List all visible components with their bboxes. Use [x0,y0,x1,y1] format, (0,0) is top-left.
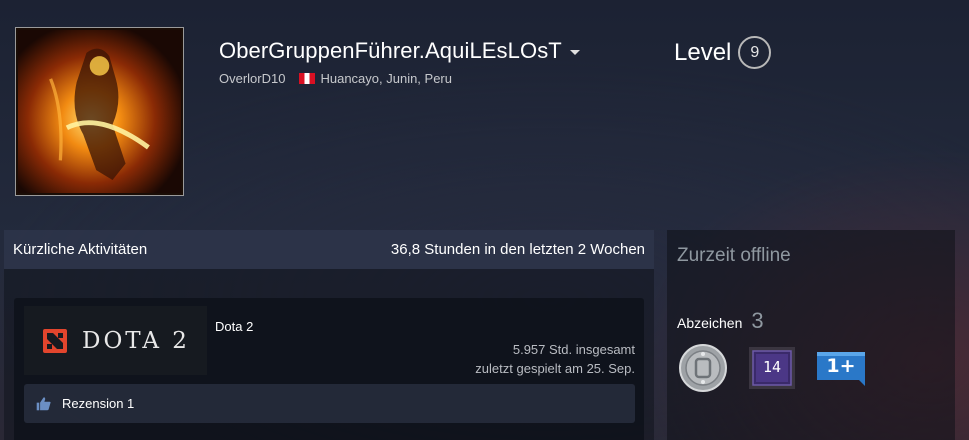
fiery-hero-avatar-icon [18,30,181,193]
persona-name-text: OberGruppenFührer.AquiLEsLOsT [219,38,562,63]
badges-count: 3 [751,308,764,333]
thumbs-up-icon [36,397,51,411]
review-row[interactable]: Rezension 1 [24,384,635,423]
game-capsule-dota2[interactable]: DOTA 2 [24,306,207,375]
service-years-text: 14 [762,358,782,376]
silver-coin-badge-icon[interactable] [677,342,729,394]
profile-subline: OverlorD10 Huancayo, Junin, Peru [219,71,452,86]
level-up-badge-icon[interactable]: 1+ [815,342,867,394]
profile-level: Level 9 [674,36,772,69]
recent-activity-title: Kürzliche Aktivitäten [13,241,148,258]
level-badge[interactable]: 9 [738,36,772,69]
profile-sidebar: Zurzeit offline Abzeichen 3 14 1+ [667,230,955,440]
profile-avatar[interactable] [15,27,184,196]
peru-flag-icon [299,73,316,84]
game-name[interactable]: Dota 2 [215,319,253,334]
game-logo-text: DOTA 2 [82,328,190,354]
account-name: OverlorD10 [219,71,286,86]
location-text: Huancayo, Junin, Peru [320,71,452,86]
badges-heading[interactable]: Abzeichen 3 [677,308,764,334]
level-label: Level [674,38,732,66]
chevron-down-icon[interactable] [569,49,580,55]
online-status: Zurzeit offline [677,245,791,266]
recent-activity-summary: 36,8 Stunden in den letzten 2 Wochen [390,241,645,258]
badges-label: Abzeichen [677,315,743,331]
persona-name[interactable]: OberGruppenFührer.AquiLEsLOsT [219,38,580,64]
game-total-hours: 5.957 Std. insgesamt [512,342,635,357]
game-card: DOTA 2 Dota 2 5.957 Std. insgesamt zulet… [14,298,644,440]
badge-list: 14 1+ [677,342,884,394]
recent-activity-panel: Kürzliche Aktivitäten 36,8 Stunden in de… [4,230,654,440]
review-label: Rezension 1 [62,396,135,411]
level-up-text: 1+ [826,355,856,377]
game-stats: 5.957 Std. insgesamt zuletzt gespielt am… [475,340,635,378]
years-of-service-badge-icon[interactable]: 14 [746,342,798,394]
game-last-played: zuletzt gespielt am 25. Sep. [475,361,635,376]
recent-activity-header: Kürzliche Aktivitäten 36,8 Stunden in de… [4,230,654,269]
